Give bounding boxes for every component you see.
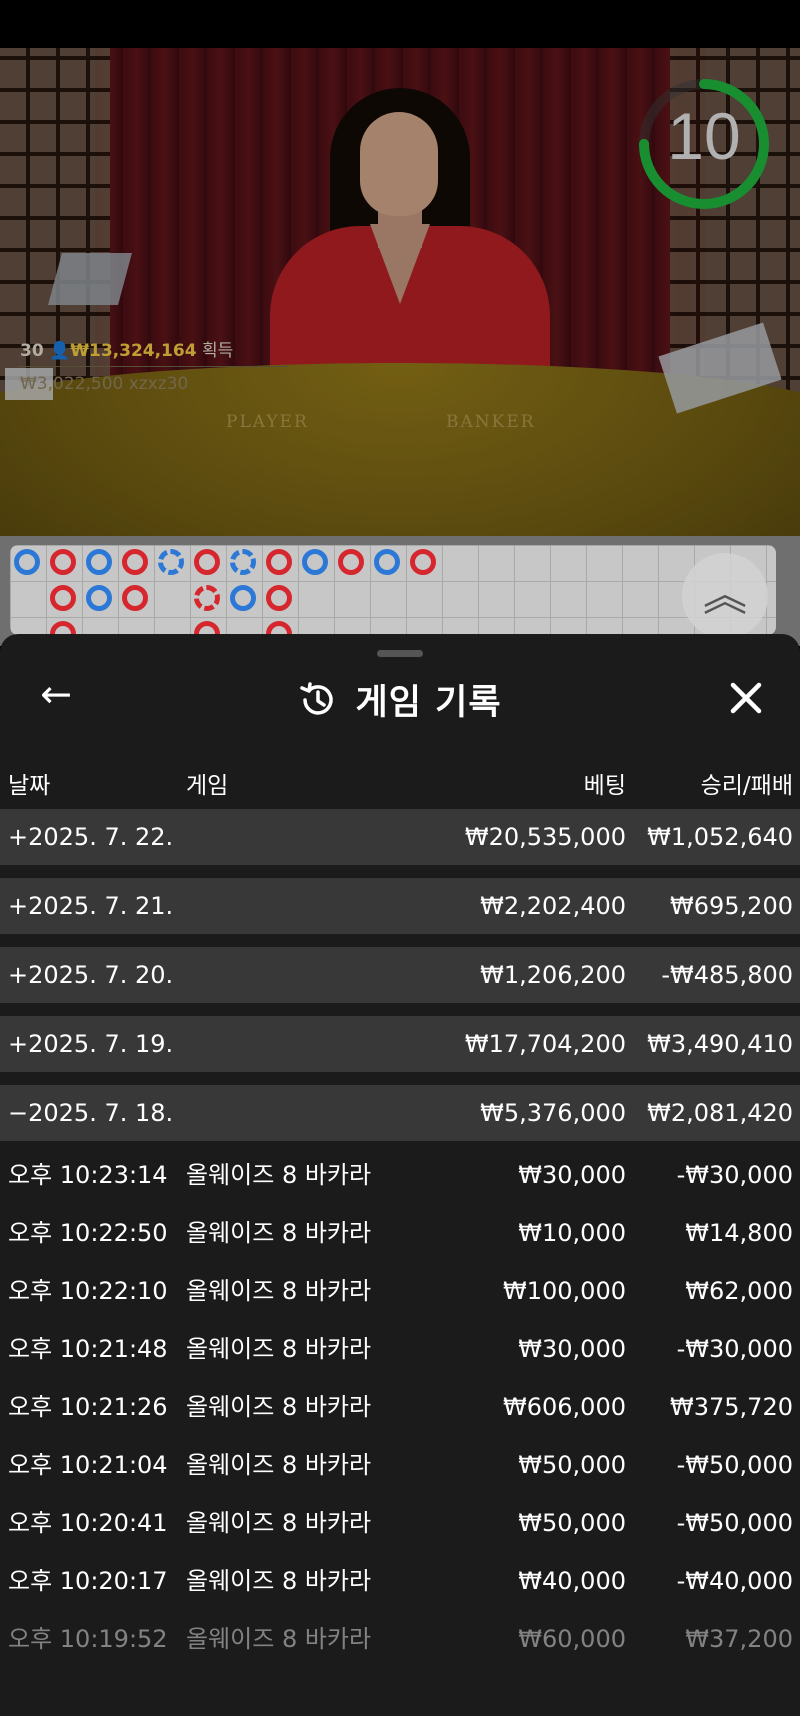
game-cell: 올웨이즈 8 바카라 bbox=[186, 1393, 372, 1421]
win-cell: -₩50,000 bbox=[676, 1509, 793, 1537]
bead-banker bbox=[230, 549, 256, 575]
bet-cell: ₩20,535,000 bbox=[464, 823, 626, 851]
bead-player bbox=[194, 549, 220, 575]
game-cell: 올웨이즈 8 바카라 bbox=[186, 1567, 372, 1595]
bet-cell: ₩60,000 bbox=[518, 1625, 626, 1653]
date-cell: +2025. 7. 19. bbox=[8, 1030, 174, 1058]
game-cell: 올웨이즈 8 바카라 bbox=[186, 1161, 372, 1189]
win-cell: ₩3,490,410 bbox=[647, 1030, 793, 1058]
column-header-win: 승리/패배 bbox=[700, 773, 793, 799]
sheet-header: 게임 기록 bbox=[0, 674, 800, 725]
status-bar bbox=[0, 0, 800, 48]
bead-player bbox=[50, 549, 76, 575]
game-cell: 올웨이즈 8 바카라 bbox=[186, 1335, 372, 1363]
bet-cell: ₩50,000 bbox=[518, 1509, 626, 1537]
bead-banker bbox=[230, 585, 256, 611]
win-cell: ₩37,200 bbox=[685, 1625, 793, 1653]
bead-banker bbox=[158, 549, 184, 575]
win-cell: ₩62,000 bbox=[685, 1277, 793, 1305]
bead-banker bbox=[86, 585, 112, 611]
date-cell: +2025. 7. 20. bbox=[8, 961, 174, 989]
win-cell: ₩1,052,640 bbox=[647, 823, 793, 851]
game-cell: 올웨이즈 8 바카라 bbox=[186, 1451, 372, 1479]
column-header-date: 날짜 bbox=[8, 773, 51, 799]
game-cell: 올웨이즈 8 바카라 bbox=[186, 1625, 372, 1653]
win-cell: -₩40,000 bbox=[676, 1567, 793, 1595]
date-cell: +2025. 7. 21. bbox=[8, 892, 174, 920]
column-header-bet: 베팅 bbox=[583, 773, 626, 799]
win-cell: -₩30,000 bbox=[676, 1335, 793, 1363]
date-group-row[interactable]: −2025. 7. 18. ₩5,376,000 ₩2,081,420 bbox=[0, 1085, 800, 1141]
win-cell: -₩50,000 bbox=[676, 1451, 793, 1479]
bead-player bbox=[266, 549, 292, 575]
bet-cell: ₩17,704,200 bbox=[464, 1030, 626, 1058]
bead-player bbox=[266, 585, 292, 611]
time-cell: 오후 10:21:04 bbox=[8, 1451, 168, 1479]
date-group-row[interactable]: +2025. 7. 20. ₩1,206,200 -₩485,800 bbox=[0, 947, 800, 1003]
bead-banker bbox=[374, 549, 400, 575]
time-cell: 오후 10:23:14 bbox=[8, 1161, 168, 1189]
video-dim-overlay bbox=[0, 48, 800, 536]
bead-banker bbox=[14, 549, 40, 575]
game-row[interactable]: 오후 10:20:17 올웨이즈 8 바카라 ₩40,000 -₩40,000 bbox=[0, 1552, 800, 1610]
time-cell: 오후 10:22:50 bbox=[8, 1219, 168, 1247]
drag-handle[interactable] bbox=[377, 650, 423, 657]
time-cell: 오후 10:19:52 bbox=[8, 1625, 168, 1653]
game-row[interactable]: 오후 10:21:48 올웨이즈 8 바카라 ₩30,000 -₩30,000 bbox=[0, 1320, 800, 1378]
time-cell: 오후 10:21:48 bbox=[8, 1335, 168, 1363]
game-row[interactable]: 오후 10:21:26 올웨이즈 8 바카라 ₩606,000 ₩375,720 bbox=[0, 1378, 800, 1436]
date-cell: +2025. 7. 22. bbox=[8, 823, 174, 851]
game-row[interactable]: 오후 10:22:10 올웨이즈 8 바카라 ₩100,000 ₩62,000 bbox=[0, 1262, 800, 1320]
bead-player bbox=[338, 549, 364, 575]
time-cell: 오후 10:20:17 bbox=[8, 1567, 168, 1595]
sheet-title: 게임 기록 bbox=[355, 683, 502, 723]
time-cell: 오후 10:21:26 bbox=[8, 1393, 168, 1421]
game-history-sheet: ← 게임 기록 날짜 게임 베팅 승리/패배 +2025. 7. 22. ₩20… bbox=[0, 634, 800, 1716]
bet-cell: ₩5,376,000 bbox=[480, 1099, 626, 1127]
bead-player bbox=[122, 585, 148, 611]
game-row[interactable]: 오후 10:19:52 올웨이즈 8 바카라 ₩60,000 ₩37,200 bbox=[0, 1610, 800, 1668]
win-cell: -₩485,800 bbox=[661, 961, 793, 989]
bet-cell: ₩2,202,400 bbox=[480, 892, 626, 920]
bead-player bbox=[50, 585, 76, 611]
bead-player bbox=[410, 549, 436, 575]
date-group-row[interactable]: +2025. 7. 22. ₩20,535,000 ₩1,052,640 bbox=[0, 809, 800, 865]
bead-road[interactable] bbox=[10, 545, 776, 647]
bet-cell: ₩30,000 bbox=[518, 1335, 626, 1363]
history-icon bbox=[300, 681, 334, 715]
bet-cell: ₩100,000 bbox=[503, 1277, 626, 1305]
close-icon[interactable] bbox=[718, 670, 774, 726]
win-cell: ₩695,200 bbox=[670, 892, 793, 920]
double-chevron-up-icon: ︽ bbox=[703, 570, 747, 621]
bet-cell: ₩606,000 bbox=[503, 1393, 626, 1421]
game-row[interactable]: 오후 10:22:50 올웨이즈 8 바카라 ₩10,000 ₩14,800 bbox=[0, 1204, 800, 1262]
time-cell: 오후 10:22:10 bbox=[8, 1277, 168, 1305]
date-group-row[interactable]: +2025. 7. 21. ₩2,202,400 ₩695,200 bbox=[0, 878, 800, 934]
game-cell: 올웨이즈 8 바카라 bbox=[186, 1277, 372, 1305]
win-cell: ₩2,081,420 bbox=[647, 1099, 793, 1127]
time-cell: 오후 10:20:41 bbox=[8, 1509, 168, 1537]
bet-cell: ₩50,000 bbox=[518, 1451, 626, 1479]
bet-cell: ₩30,000 bbox=[518, 1161, 626, 1189]
bead-banker bbox=[302, 549, 328, 575]
bet-cell: ₩40,000 bbox=[518, 1567, 626, 1595]
date-group-row[interactable]: +2025. 7. 19. ₩17,704,200 ₩3,490,410 bbox=[0, 1016, 800, 1072]
column-header-game: 게임 bbox=[186, 773, 229, 799]
bead-player bbox=[194, 585, 220, 611]
bead-player bbox=[122, 549, 148, 575]
game-row[interactable]: 오후 10:20:41 올웨이즈 8 바카라 ₩50,000 -₩50,000 bbox=[0, 1494, 800, 1552]
win-cell: ₩14,800 bbox=[685, 1219, 793, 1247]
date-cell: −2025. 7. 18. bbox=[8, 1099, 174, 1127]
game-cell: 올웨이즈 8 바카라 bbox=[186, 1219, 372, 1247]
win-cell: ₩375,720 bbox=[670, 1393, 793, 1421]
bet-cell: ₩10,000 bbox=[518, 1219, 626, 1247]
game-cell: 올웨이즈 8 바카라 bbox=[186, 1509, 372, 1537]
game-row[interactable]: 오후 10:23:14 올웨이즈 8 바카라 ₩30,000 -₩30,000 bbox=[0, 1146, 800, 1204]
expand-button[interactable]: ︽ bbox=[682, 553, 768, 639]
game-row[interactable]: 오후 10:21:04 올웨이즈 8 바카라 ₩50,000 -₩50,000 bbox=[0, 1436, 800, 1494]
win-cell: -₩30,000 bbox=[676, 1161, 793, 1189]
bead-banker bbox=[86, 549, 112, 575]
bet-cell: ₩1,206,200 bbox=[480, 961, 626, 989]
